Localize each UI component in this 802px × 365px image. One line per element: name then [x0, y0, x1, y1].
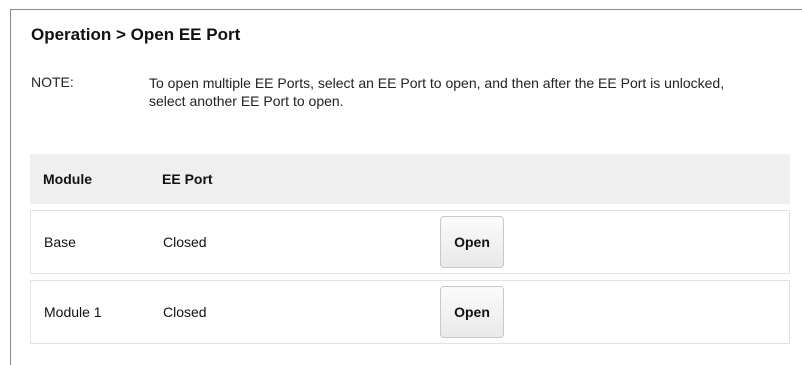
- table-row: Base Closed Open: [30, 210, 790, 274]
- table-row: Module 1 Closed Open: [30, 280, 790, 344]
- column-header-module: Module: [43, 171, 92, 187]
- column-header-ee-port: EE Port: [162, 171, 213, 187]
- page-title: Operation > Open EE Port: [31, 25, 241, 44]
- note-label: NOTE:: [31, 74, 74, 90]
- ee-port-status-cell: Closed: [163, 304, 207, 320]
- ee-port-table: Module EE Port Base Closed Open Module 1…: [30, 154, 790, 344]
- open-button[interactable]: Open: [440, 286, 504, 338]
- open-button[interactable]: Open: [440, 216, 504, 268]
- ee-port-status-cell: Closed: [163, 234, 207, 250]
- module-cell: Base: [44, 234, 76, 250]
- note-text: To open multiple EE Ports, select an EE …: [149, 75, 725, 109]
- table-header-row: Module EE Port: [30, 154, 790, 204]
- module-cell: Module 1: [44, 304, 102, 320]
